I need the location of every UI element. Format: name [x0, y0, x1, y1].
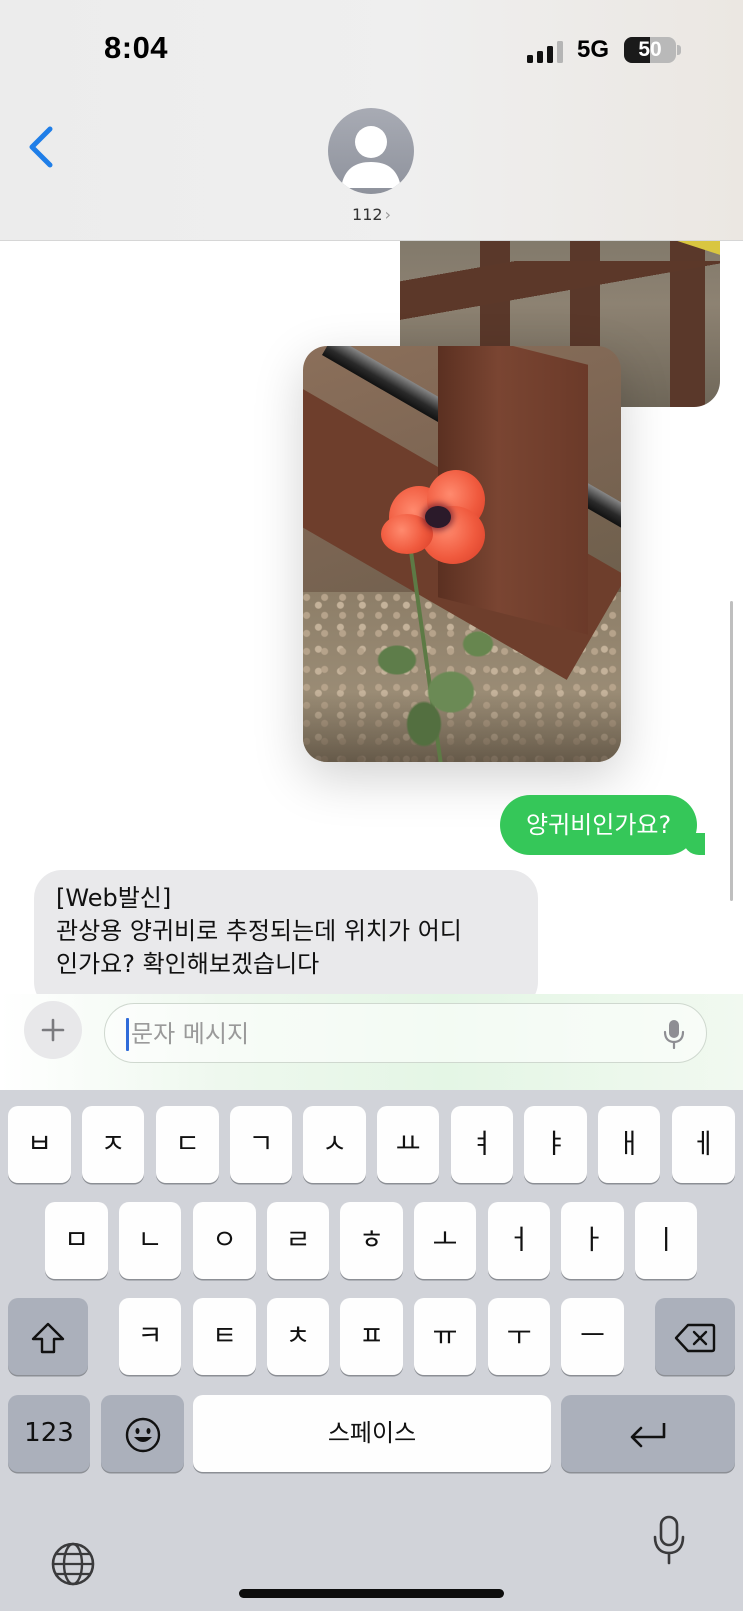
status-time: 8:04	[104, 30, 169, 65]
photo-yellow-line	[591, 241, 720, 257]
key-letter[interactable]: ㅗ	[414, 1202, 476, 1279]
network-type: 5G	[577, 36, 610, 63]
key-letter[interactable]: ㅐ	[598, 1106, 660, 1183]
key-letter[interactable]: ㅠ	[414, 1298, 476, 1375]
contact-avatar[interactable]	[328, 108, 414, 194]
message-list[interactable]: 양귀비인가요? [Web발신] 관상용 양귀비로 추정되는데 위치가 어디 인가…	[0, 241, 743, 994]
scrollbar[interactable]	[730, 601, 733, 901]
key-letter[interactable]: ㅔ	[672, 1106, 735, 1183]
emoji-icon	[125, 1417, 160, 1452]
numbers-key[interactable]: 123	[8, 1395, 90, 1472]
key-letter[interactable]: ㅊ	[267, 1298, 329, 1375]
microphone-icon[interactable]	[662, 1019, 686, 1049]
korean-keyboard: ㅂ ㅈ ㄷ ㄱ ㅅ ㅛ ㅕ ㅑ ㅐ ㅔ ㅁ ㄴ ㅇ ㄹ ㅎ ㅗ ㅓ ㅏ ㅣ ㅋ …	[0, 1090, 743, 1611]
plus-icon	[41, 1018, 65, 1042]
contact-name-label: 112	[352, 205, 383, 224]
key-letter[interactable]: ㄹ	[267, 1202, 329, 1279]
message-input-placeholder: 문자 메시지	[131, 1020, 250, 1048]
key-letter[interactable]: ㅡ	[561, 1298, 624, 1375]
battery-level: 50	[638, 38, 662, 61]
key-letter[interactable]: ㅂ	[8, 1106, 71, 1183]
emoji-key[interactable]	[101, 1395, 184, 1472]
poppy-center	[425, 506, 451, 528]
message-input[interactable]: 문자 메시지	[104, 1003, 707, 1063]
globe-icon[interactable]	[50, 1541, 96, 1587]
key-letter[interactable]: ㅛ	[377, 1106, 439, 1183]
poppy-photo-attachment[interactable]	[303, 346, 621, 762]
received-message-line: 인가요? 확인해보겠습니다	[56, 950, 320, 978]
sent-message-text: 양귀비인가요?	[526, 811, 672, 839]
key-letter[interactable]: ㅏ	[561, 1202, 624, 1279]
battery-icon: 50	[624, 37, 676, 63]
key-letter[interactable]: ㅌ	[193, 1298, 256, 1375]
person-icon	[341, 126, 401, 188]
return-key[interactable]	[561, 1395, 735, 1472]
composer-bar: 문자 메시지	[0, 994, 743, 1090]
key-letter[interactable]: ㅑ	[524, 1106, 587, 1183]
key-letter[interactable]: ㅇ	[193, 1202, 256, 1279]
received-message-line: 관상용 양귀비로 추정되는데 위치가 어디	[56, 917, 462, 945]
key-letter[interactable]: ㅣ	[635, 1202, 697, 1279]
key-letter[interactable]: ㅁ	[45, 1202, 108, 1279]
key-letter[interactable]: ㅅ	[303, 1106, 366, 1183]
battery-nub	[677, 45, 681, 55]
key-letter[interactable]: ㄱ	[230, 1106, 292, 1183]
poppy-flower	[381, 468, 493, 568]
key-letter[interactable]: ㅕ	[451, 1106, 513, 1183]
key-letter[interactable]: ㄴ	[119, 1202, 181, 1279]
key-letter[interactable]: ㅓ	[488, 1202, 550, 1279]
home-indicator[interactable]	[239, 1589, 504, 1598]
received-message-line: [Web발신]	[56, 884, 172, 912]
add-attachment-button[interactable]	[24, 1001, 82, 1059]
return-icon	[630, 1422, 666, 1447]
photo-leaves	[343, 596, 523, 756]
key-letter[interactable]: ㅎ	[340, 1202, 403, 1279]
key-letter[interactable]: ㅜ	[488, 1298, 550, 1375]
key-letter[interactable]: ㅋ	[119, 1298, 181, 1375]
microphone-icon[interactable]	[651, 1515, 687, 1565]
backspace-icon	[674, 1323, 716, 1352]
shift-icon	[31, 1322, 65, 1353]
conversation-header: 8:04 5G 50 112 ›	[0, 0, 743, 241]
cellular-signal-icon	[527, 41, 563, 63]
delete-key[interactable]	[655, 1298, 735, 1375]
space-key[interactable]: 스페이스	[193, 1395, 551, 1472]
chevron-left-icon[interactable]	[24, 124, 60, 170]
contact-name[interactable]: 112 ›	[0, 205, 743, 224]
key-letter[interactable]: ㅈ	[82, 1106, 144, 1183]
sent-message-bubble[interactable]: 양귀비인가요?	[500, 795, 706, 855]
shift-key[interactable]	[8, 1298, 88, 1375]
bubble-tail	[683, 833, 706, 855]
received-message-bubble[interactable]: [Web발신] 관상용 양귀비로 추정되는데 위치가 어디 인가요? 확인해보겠…	[34, 870, 538, 994]
chevron-right-icon: ›	[384, 205, 391, 224]
key-letter[interactable]: ㅍ	[340, 1298, 403, 1375]
photo-railing	[400, 261, 720, 321]
text-cursor	[126, 1018, 129, 1051]
key-letter[interactable]: ㄷ	[156, 1106, 219, 1183]
